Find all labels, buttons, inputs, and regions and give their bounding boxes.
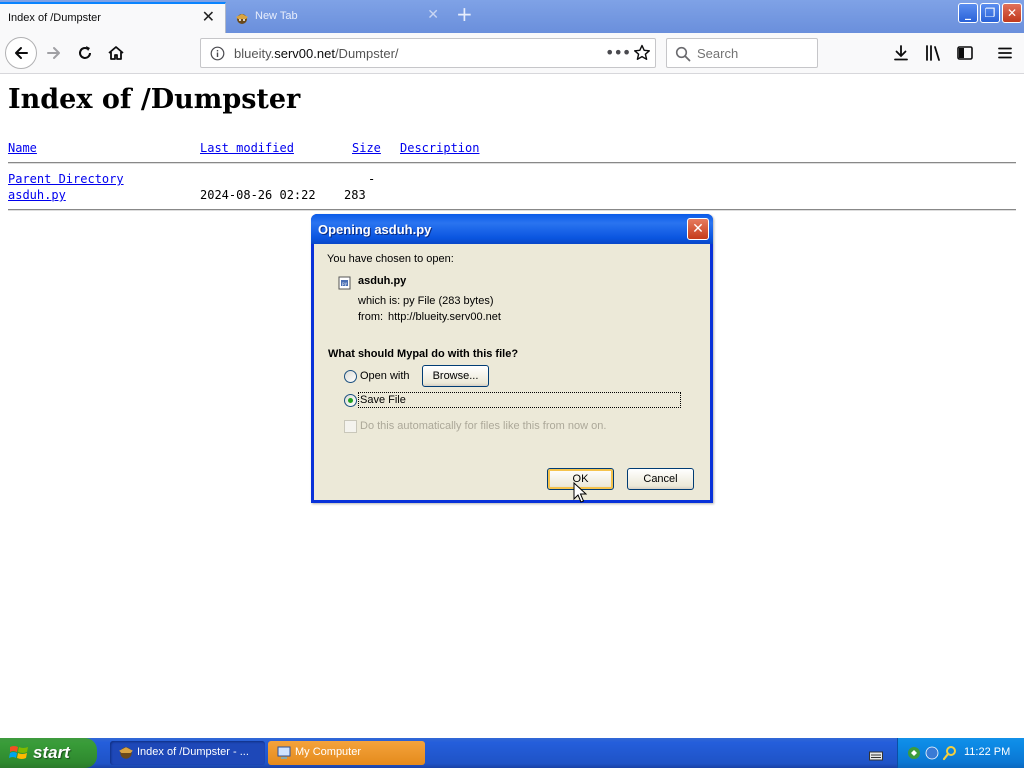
chosen-text: You have chosen to open: <box>327 253 454 265</box>
which-is-label: which is: <box>358 295 401 307</box>
file-size: - <box>368 172 376 186</box>
reload-icon <box>79 46 91 59</box>
dialog-title: Opening asduh.py <box>318 222 432 237</box>
column-header-size[interactable]: Size <box>352 141 381 155</box>
url-text: blueity.serv00.net/Dumpster/ <box>234 46 399 61</box>
forward-arrow-icon <box>47 47 60 59</box>
forward-button[interactable] <box>39 38 69 68</box>
dialog-close-icon[interactable]: ✕ <box>687 218 709 240</box>
open-with-label[interactable]: Open with <box>360 370 410 382</box>
dialog-body: You have chosen to open: py asduh.py whi… <box>314 244 710 503</box>
cancel-button[interactable]: Cancel <box>627 468 694 490</box>
home-icon <box>108 46 124 60</box>
start-label: start <box>33 743 70 762</box>
file-type-icon: py <box>338 276 352 293</box>
taskbar-item-browser[interactable]: Index of /Dumpster - ... <box>110 741 265 765</box>
file-link-asduh[interactable]: asduh.py <box>8 188 66 202</box>
taskbar-item-label: Index of /Dumpster - ... <box>137 746 249 758</box>
menu-icon[interactable] <box>996 44 1014 66</box>
save-file-focus <box>358 392 681 408</box>
sidebar-icon[interactable] <box>956 44 974 66</box>
column-header-description[interactable]: Description <box>400 141 479 155</box>
open-with-radio[interactable] <box>344 370 357 383</box>
start-button[interactable]: start <box>0 738 97 768</box>
restore-icon[interactable]: ❐ <box>980 3 1000 23</box>
reload-button[interactable] <box>70 38 100 68</box>
my-computer-icon <box>276 745 292 764</box>
url-path: /Dumpster/ <box>334 46 399 61</box>
list-item[interactable]: Parent Directory <box>8 172 124 186</box>
system-tray: 11:22 PM <box>897 738 1024 768</box>
tab-title: New Tab <box>255 10 298 22</box>
taskbar: start Index of /Dumpster - ... My Comput… <box>0 738 1024 768</box>
new-tab-plus-icon[interactable]: + <box>456 4 473 24</box>
back-arrow-icon <box>15 47 28 59</box>
network-icon[interactable] <box>906 745 922 765</box>
tab-index-dumpster[interactable]: Index of /Dumpster ✕ <box>0 2 226 33</box>
library-icon[interactable] <box>924 44 944 66</box>
tab-title: Index of /Dumpster <box>8 12 101 24</box>
search-bar[interactable]: Search <box>666 38 818 68</box>
tab-strip: Index of /Dumpster ✕ New Tab ✕ + _ ❐ ✕ <box>0 0 1024 33</box>
tab-new-tab[interactable]: New Tab ✕ <box>227 2 449 33</box>
windows-logo-icon <box>9 744 29 767</box>
list-item[interactable]: asduh.py <box>8 188 66 202</box>
save-file-label[interactable]: Save File <box>360 394 406 406</box>
auto-checkbox[interactable] <box>344 420 357 433</box>
sort-by-description-link[interactable]: Description <box>400 141 479 155</box>
from-label: from: <box>358 311 384 323</box>
search-input: Search <box>697 46 739 61</box>
auto-label: Do this automatically for files like thi… <box>360 420 607 432</box>
which-is-value: py File (283 bytes) <box>403 295 494 307</box>
tab-close-icon[interactable]: ✕ <box>202 9 215 25</box>
mouse-cursor-icon <box>573 481 588 507</box>
tab-close-icon[interactable]: ✕ <box>427 8 439 22</box>
column-header-name[interactable]: Name <box>8 141 37 155</box>
navigation-toolbar: blueity.serv00.net/Dumpster/ ••• Search <box>0 33 1024 74</box>
window-close-icon[interactable]: ✕ <box>1002 3 1022 23</box>
column-header-last-modified[interactable]: Last modified <box>200 141 294 155</box>
divider <box>8 162 1016 164</box>
mypal-logo-icon <box>118 745 134 764</box>
opening-file-dialog: Opening asduh.py ✕ You have chosen to op… <box>311 214 713 503</box>
search-tray-icon[interactable] <box>942 745 958 765</box>
window-controls: _ ❐ ✕ <box>958 3 1022 23</box>
dialog-question: What should Mypal do with this file? <box>328 348 519 360</box>
taskbar-item-label: My Computer <box>295 746 362 758</box>
save-file-radio[interactable] <box>344 394 357 407</box>
page-title: Index of /Dumpster <box>8 84 301 115</box>
dialog-titlebar[interactable]: Opening asduh.py ✕ <box>311 214 713 244</box>
mypal-logo-icon <box>235 11 249 30</box>
dialog-filename: asduh.py <box>358 275 407 287</box>
keyboard-icon[interactable] <box>869 747 883 766</box>
clock[interactable]: 11:22 PM <box>964 746 1010 758</box>
browse-button[interactable]: Browse... <box>422 365 489 387</box>
sort-by-size-link[interactable]: Size <box>352 141 381 155</box>
bookmark-star-icon[interactable] <box>633 44 651 66</box>
svg-text:py: py <box>342 281 348 286</box>
file-size: 283 <box>344 188 366 202</box>
minimize-icon[interactable]: _ <box>958 3 978 23</box>
page-actions-icon[interactable]: ••• <box>605 43 631 62</box>
from-value: http://blueity.serv00.net <box>388 311 501 323</box>
search-icon <box>675 46 691 66</box>
divider <box>8 209 1016 211</box>
downloads-icon[interactable] <box>892 44 910 66</box>
taskbar-item-my-computer[interactable]: My Computer <box>268 741 425 765</box>
parent-directory-link[interactable]: Parent Directory <box>8 172 124 186</box>
url-host: serv00.net <box>274 46 335 61</box>
info-icon[interactable] <box>210 46 225 65</box>
home-button[interactable] <box>101 38 131 68</box>
url-prefix: blueity. <box>234 46 275 61</box>
file-modified: 2024-08-26 02:22 <box>200 188 316 202</box>
url-bar[interactable]: blueity.serv00.net/Dumpster/ ••• <box>200 38 656 68</box>
volume-icon[interactable] <box>924 745 940 765</box>
sort-by-modified-link[interactable]: Last modified <box>200 141 294 155</box>
back-button[interactable] <box>5 37 37 69</box>
sort-by-name-link[interactable]: Name <box>8 141 37 155</box>
